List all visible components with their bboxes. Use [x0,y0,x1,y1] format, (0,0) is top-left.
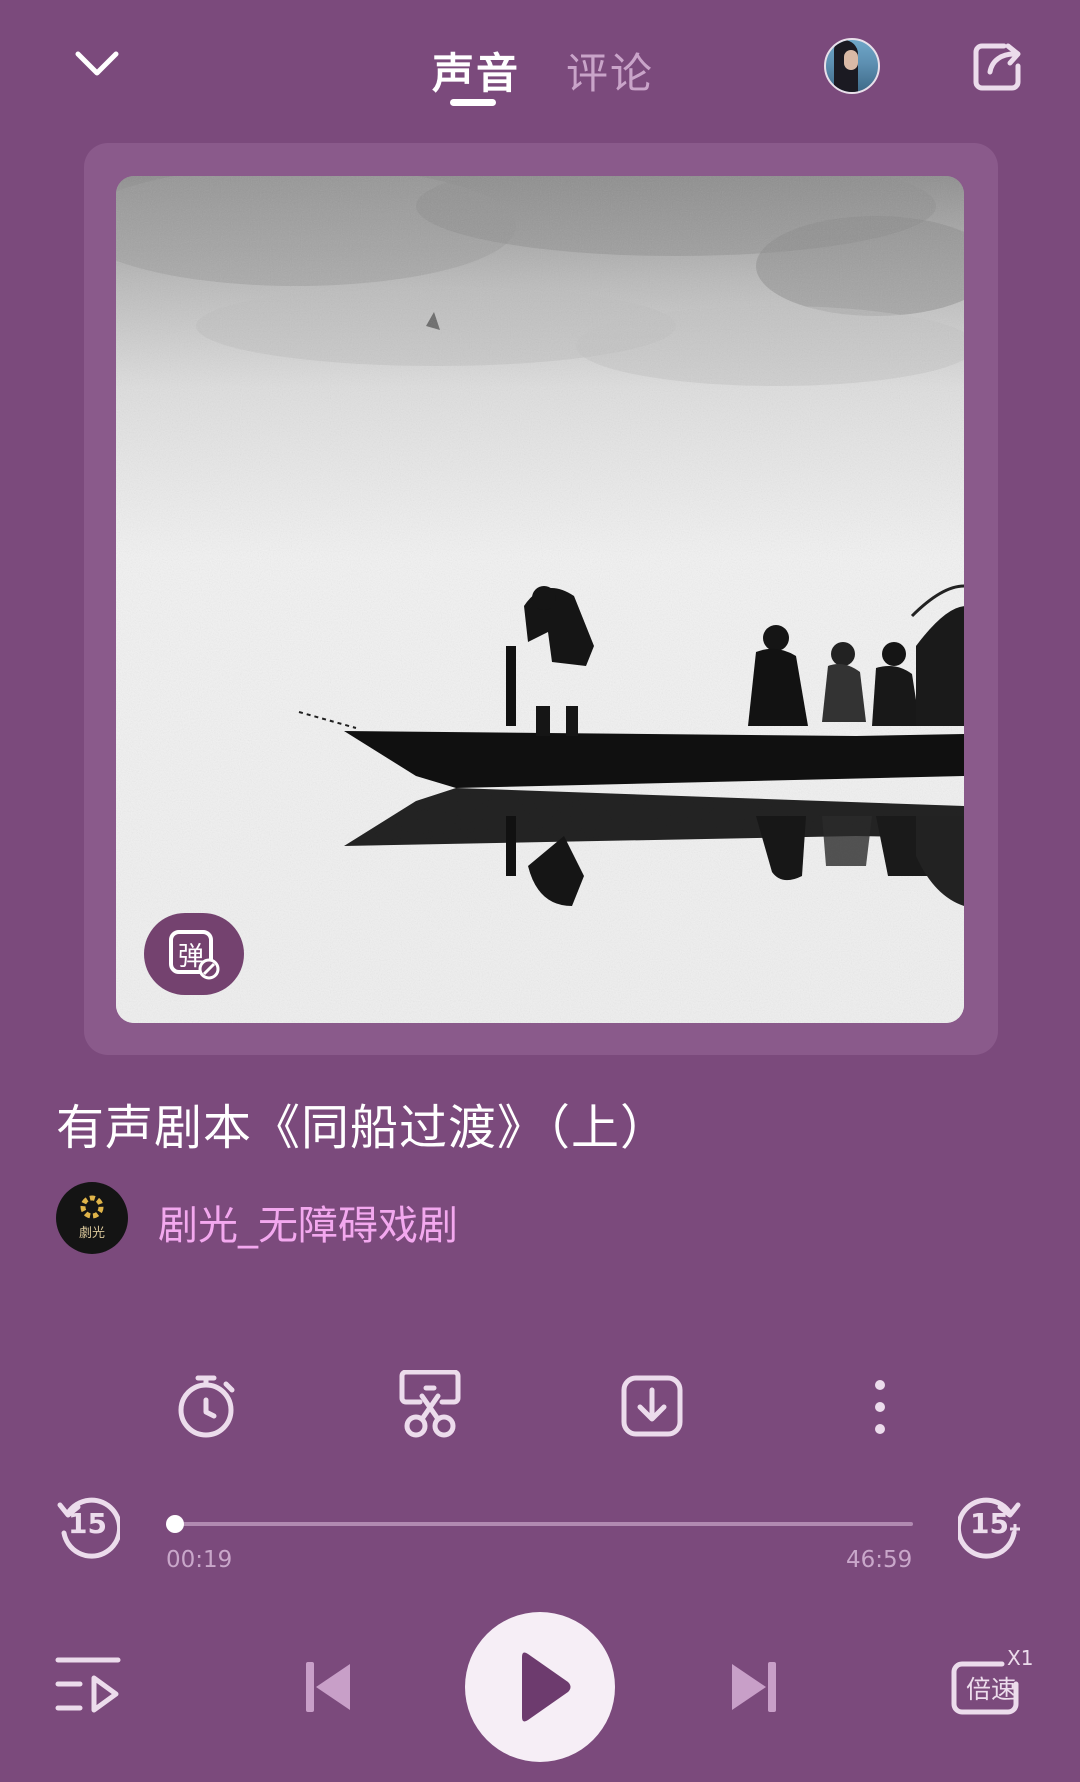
duration-time: 46:59 [846,1547,913,1573]
play-button[interactable] [465,1612,615,1762]
chevron-down-icon [75,51,119,76]
elapsed-time: 00:19 [166,1547,233,1573]
download-button[interactable] [618,1370,688,1440]
skip-next-icon [732,1662,776,1712]
playlist-button[interactable] [54,1656,122,1716]
tab-comments[interactable]: 评论 [566,40,654,101]
forward-15-button[interactable]: 15 [955,1493,1024,1559]
previous-button[interactable] [304,1660,354,1714]
timer-icon [178,1375,235,1438]
author-logo-icon [80,1195,104,1219]
share-button[interactable] [968,36,1028,96]
skip-previous-icon [306,1662,350,1712]
more-vertical-icon [875,1380,885,1434]
next-button[interactable] [728,1660,778,1714]
danmu-toggle-button[interactable]: 弹 [144,913,244,995]
share-icon [973,43,1021,91]
user-avatar[interactable] [824,38,880,94]
more-button[interactable] [860,1375,900,1439]
play-icon [522,1652,571,1722]
playlist-icon [55,1657,121,1713]
speed-label: 倍速 [966,1675,1017,1704]
speed-value: X1 [1007,1646,1034,1670]
progress-knob[interactable] [165,1515,184,1533]
progress-track[interactable] [170,1522,913,1526]
forward-label: 15 [970,1507,1009,1540]
collapse-button[interactable] [70,44,124,84]
danmu-label: 弹 [178,942,205,972]
author-avatar[interactable]: 劇光 [56,1182,128,1254]
cover-image [116,176,964,1023]
rewind-15-button[interactable]: 15 [54,1493,123,1559]
sleep-timer-button[interactable] [172,1370,242,1440]
clip-button[interactable] [396,1369,466,1440]
track-title: 有声剧本《同船过渡》（上） [56,1100,670,1156]
download-icon [621,1375,683,1437]
rewind-label: 15 [68,1507,107,1540]
scissors-icon [399,1369,461,1438]
tab-sound[interactable]: 声音 [432,40,520,101]
boat-scene-illustration [116,176,964,1023]
author-name-link[interactable]: 剧光_无障碍戏剧 [158,1193,458,1251]
tab-active-indicator [450,99,496,106]
author-logo-text: 劇光 [78,1226,105,1241]
